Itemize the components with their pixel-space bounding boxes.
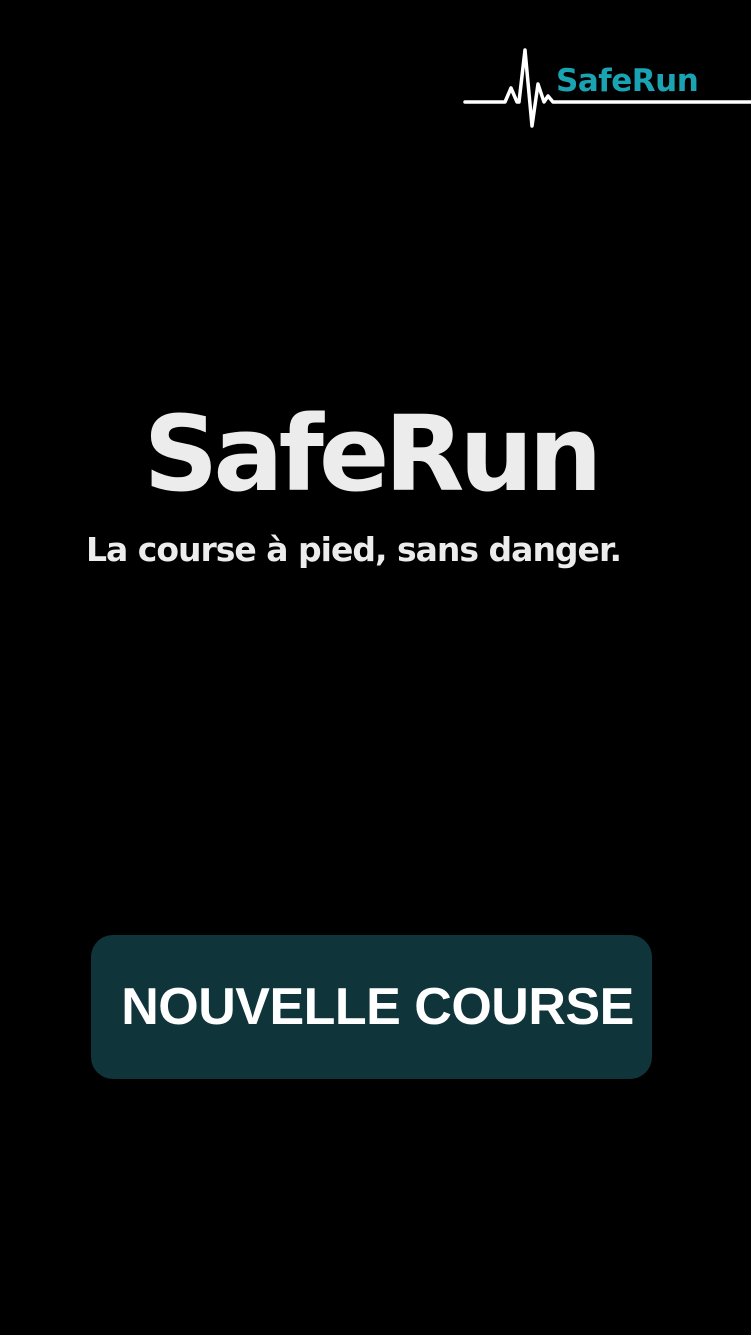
- logo-text: SafeRun: [556, 63, 699, 99]
- app-title: SafeRun: [0, 393, 751, 515]
- header-logo: SafeRun: [463, 48, 751, 132]
- new-run-button[interactable]: NOUVELLE COURSE: [91, 935, 652, 1079]
- tagline: La course à pied, sans danger.: [86, 530, 622, 569]
- app-title-text: SafeRun: [143, 393, 602, 515]
- new-run-button-label: NOUVELLE COURSE: [121, 978, 634, 1036]
